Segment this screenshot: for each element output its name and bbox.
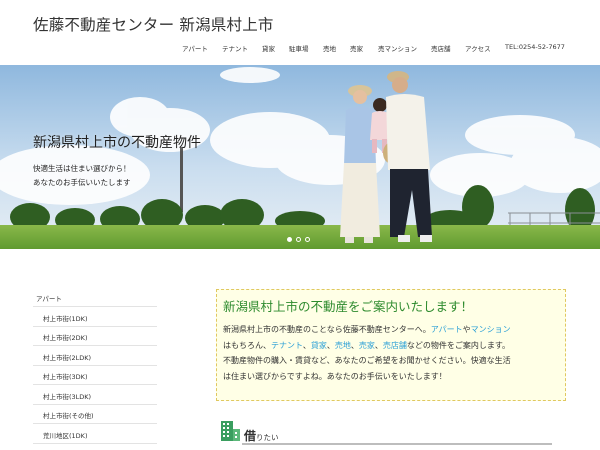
nav-item-land[interactable]: 売地 xyxy=(323,43,336,53)
global-nav: アパート テナント 貸家 駐車場 売地 売家 売マンション 売店舗 アクセス T… xyxy=(0,43,600,55)
hero-text-line: 快適生活は住まい選びから！ xyxy=(33,164,131,173)
site-title[interactable]: 佐藤不動産センター 新潟県村上市 xyxy=(33,13,274,35)
link-mansion[interactable]: マンション xyxy=(471,325,511,334)
link-rent-house[interactable]: 貸家 xyxy=(311,341,327,350)
rent-section-heading: 借りたい xyxy=(216,417,552,447)
intro-text: や xyxy=(462,325,471,334)
intro-body: 新潟県村上市の不動産のことなら佐藤不動産センターへ。アパートやマンション はもち… xyxy=(223,322,561,384)
intro-line: はもちろん、テナント、貸家、売地、売家、売店舗などの物件をご案内します。 xyxy=(223,338,561,354)
nav-item-tenant[interactable]: テナント xyxy=(222,43,248,53)
intro-text: 、 xyxy=(374,340,383,350)
nav-item-apartment[interactable]: アパート xyxy=(182,43,208,53)
intro-text: はもちろん、 xyxy=(223,340,271,350)
nav-item-shop[interactable]: 売店舗 xyxy=(431,43,451,53)
intro-text: などの物件をご案内します。 xyxy=(406,340,511,350)
slider-dot[interactable] xyxy=(305,237,310,242)
sidebar-item-label: 村上市街(その他) xyxy=(43,412,94,420)
intro-line: 不動産物件の購入・賃貸など、あなたのご希望をお聞かせください。快適な生活 xyxy=(223,356,511,366)
sidebar-item-label: アパート xyxy=(36,295,62,303)
rent-title-sub: りたい xyxy=(256,433,279,442)
intro-title: 新潟県村上市の不動産をご案内いたします！ xyxy=(223,299,474,314)
intro-line: は住まい選びからですよね。あなたのお手伝いをいたします！ xyxy=(223,371,447,381)
sidebar-item-arakawa-1dk[interactable]: 荒川地区(1DK) xyxy=(33,425,157,444)
intro-text: 、 xyxy=(326,340,335,350)
site-header: 佐藤不動産センター 新潟県村上市 アパート テナント 貸家 駐車場 売地 売家 … xyxy=(0,0,600,65)
link-apartment[interactable]: アパート xyxy=(431,325,463,334)
intro-box: 新潟県村上市の不動産をご案内いたします！ 新潟県村上市の不動産のことなら佐藤不動… xyxy=(216,289,566,401)
hero-text-line: あなたのお手伝いいたします xyxy=(33,178,131,187)
intro-text: 、 xyxy=(302,340,311,350)
intro-line: 新潟県村上市の不動産のことなら佐藤不動産センターへ。アパートやマンション xyxy=(223,322,561,338)
nav-item-mansion[interactable]: 売マンション xyxy=(378,43,417,53)
section-underline xyxy=(242,443,552,445)
building-icon xyxy=(221,421,240,441)
sidebar-item-murakami-2dk[interactable]: 村上市街(2DK) xyxy=(33,327,157,346)
hero-image xyxy=(0,65,600,249)
sidebar-item-label: 村上市街(2DK) xyxy=(43,334,88,342)
sidebar-item-murakami-3ldk[interactable]: 村上市街(3LDK) xyxy=(33,386,157,405)
sidebar-item-murakami-2ldk[interactable]: 村上市街(2LDK) xyxy=(33,347,157,366)
slider-dot[interactable] xyxy=(296,237,301,242)
sidebar-item-label: 村上市街(2LDK) xyxy=(43,354,92,362)
nav-item-access[interactable]: アクセス xyxy=(465,43,491,53)
link-land[interactable]: 売地 xyxy=(335,341,351,350)
nav-item-house[interactable]: 売家 xyxy=(350,43,363,53)
slider-dot[interactable] xyxy=(287,237,292,242)
nav-item-parking[interactable]: 駐車場 xyxy=(289,43,309,53)
sidebar-item-murakami-1dk[interactable]: 村上市街(1DK) xyxy=(33,308,157,327)
sidebar-item-label: 村上市街(3DK) xyxy=(43,373,88,381)
sidebar-item-murakami-3dk[interactable]: 村上市街(3DK) xyxy=(33,366,157,385)
nav-item-tel[interactable]: TEL:0254-52-7677 xyxy=(505,43,565,51)
nav-item-rent-house[interactable]: 貸家 xyxy=(262,43,275,53)
rent-title-main: 借 xyxy=(244,429,257,443)
hero-title: 新潟県村上市の不動産物件 xyxy=(33,135,201,151)
sidebar-item-apartment[interactable]: アパート xyxy=(33,288,157,307)
sidebar-item-label: 村上市街(3LDK) xyxy=(43,393,92,401)
sidebar-item-murakami-other[interactable]: 村上市街(その他) xyxy=(33,405,157,424)
rent-section-title: 借りたい xyxy=(244,427,279,444)
link-house[interactable]: 売家 xyxy=(359,341,375,350)
link-shop[interactable]: 売店舗 xyxy=(383,341,407,350)
hero-slider: 新潟県村上市の不動産物件 快適生活は住まい選びから！ あなたのお手伝いいたします xyxy=(0,65,600,249)
intro-text: 、 xyxy=(350,340,359,350)
intro-text: 新潟県村上市の不動産のことなら佐藤不動産センターへ。 xyxy=(223,325,431,334)
sidebar-item-label: 村上市街(1DK) xyxy=(43,315,88,323)
link-tenant[interactable]: テナント xyxy=(271,341,303,350)
sidebar-item-label: 荒川地区(1DK) xyxy=(43,432,88,440)
